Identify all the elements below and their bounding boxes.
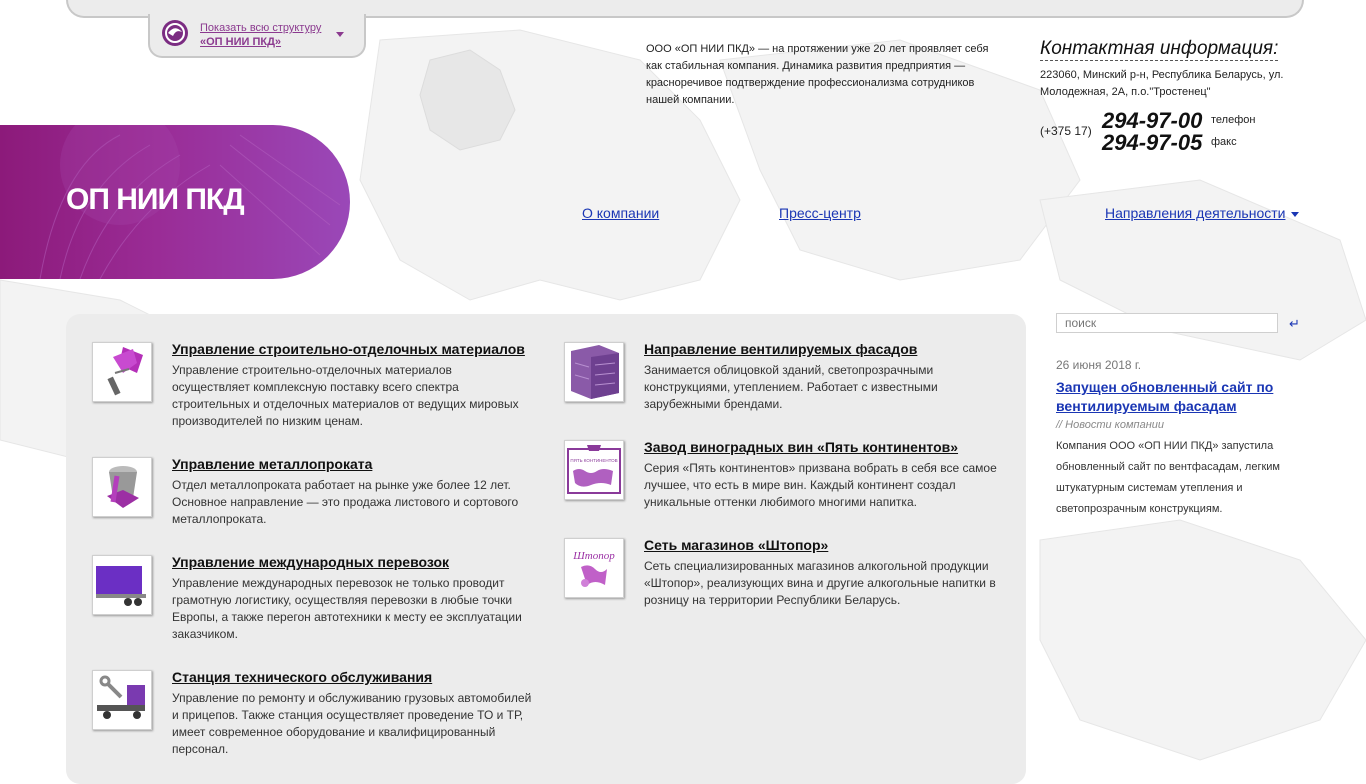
show-structure-line2: «ОП НИИ ПКД» bbox=[200, 36, 282, 48]
contacts-title: Контактная информация: bbox=[1040, 38, 1279, 61]
wrench-truck-icon[interactable] bbox=[92, 670, 152, 730]
news-block: 26 июня 2018 г. Запущен обновленный сайт… bbox=[1056, 358, 1296, 520]
nav-press[interactable]: Пресс-центр bbox=[779, 205, 861, 221]
phone-label: телефон bbox=[1211, 114, 1256, 126]
item-title[interactable]: Управление международных перевозок bbox=[172, 554, 449, 570]
paint-roller-icon[interactable] bbox=[92, 342, 152, 402]
brand-banner[interactable]: ОП НИИ ПКД bbox=[0, 125, 350, 279]
phones: (+375 17) 294-97-00 телефон 294-97-05 фа… bbox=[1040, 108, 1340, 158]
nav-about[interactable]: О компании bbox=[582, 205, 659, 221]
divisions-panel: Управление строительно-отделочных матери… bbox=[66, 314, 1026, 784]
wine-label-text: ПЯТЬ КОНТИНЕНТОВ bbox=[570, 458, 617, 463]
about-text: ООО «ОП НИИ ПКД» — на протяжении уже 20 … bbox=[646, 43, 989, 106]
news-body: Компания ООО «ОП НИИ ПКД» запустила обно… bbox=[1056, 440, 1280, 515]
item-desc: Управление международных перевозок не то… bbox=[172, 576, 522, 641]
shtopor-logo-text: Штопор bbox=[572, 550, 615, 562]
show-structure-link[interactable]: Показать всю структуру «ОП НИИ ПКД» bbox=[200, 21, 321, 49]
item-title[interactable]: Завод виноградных вин «Пять континентов» bbox=[644, 439, 958, 455]
nav-about-link[interactable]: О компании bbox=[582, 205, 659, 221]
item-title[interactable]: Управление строительно-отделочных матери… bbox=[172, 341, 525, 357]
truck-icon[interactable] bbox=[92, 555, 152, 615]
company-logo-icon bbox=[162, 20, 188, 46]
contacts-address: 223060, Минский р-н, Республика Беларусь… bbox=[1040, 69, 1284, 98]
item-title[interactable]: Направление вентилируемых фасадов bbox=[644, 341, 917, 357]
fax-label: факс bbox=[1211, 136, 1237, 148]
chevron-down-icon[interactable] bbox=[336, 32, 344, 37]
news-date: 26 июня 2018 г. bbox=[1056, 358, 1142, 372]
news-headline-link[interactable]: Запущен обновленный сайт по вентилируемы… bbox=[1056, 378, 1296, 416]
item-desc: Отдел металлопроката работает на рынке у… bbox=[172, 478, 519, 526]
phone-code: (+375 17) bbox=[1040, 124, 1092, 138]
item-title[interactable]: Сеть магазинов «Штопор» bbox=[644, 537, 828, 553]
search-input[interactable] bbox=[1056, 313, 1278, 333]
nav-directions[interactable]: Направления деятельности bbox=[1105, 205, 1300, 221]
search-submit-icon[interactable]: ↵ bbox=[1289, 316, 1300, 332]
shtopor-logo-icon[interactable]: Штопор bbox=[564, 538, 624, 598]
brand-logo-text: ОП НИИ ПКД bbox=[66, 183, 245, 216]
item-desc: Занимается облицовкой зданий, светопрозр… bbox=[644, 363, 938, 411]
nav-directions-link[interactable]: Направления деятельности bbox=[1105, 205, 1285, 221]
paint-bucket-icon[interactable] bbox=[92, 457, 152, 517]
item-desc: Управление строительно-отделочных матери… bbox=[172, 363, 519, 428]
chevron-down-icon[interactable] bbox=[1291, 211, 1300, 217]
contacts-block: Контактная информация: 223060, Минский р… bbox=[1040, 38, 1340, 155]
item-desc: Серия «Пять континентов» призвана вобрат… bbox=[644, 461, 997, 509]
item-title[interactable]: Управление металлопроката bbox=[172, 456, 372, 472]
fax-number: 294-97-05 bbox=[1102, 130, 1203, 155]
item-desc: Управление по ремонту и обслуживанию гру… bbox=[172, 691, 532, 756]
news-category[interactable]: // Новости компании bbox=[1056, 419, 1296, 431]
structure-dropdown[interactable]: Показать всю структуру «ОП НИИ ПКД» bbox=[148, 14, 366, 58]
item-desc: Сеть специализированных магазинов алкого… bbox=[644, 559, 996, 607]
wine-label-icon[interactable]: ПЯТЬ КОНТИНЕНТОВ bbox=[564, 440, 624, 500]
item-title[interactable]: Станция технического обслуживания bbox=[172, 669, 432, 685]
facade-icon[interactable] bbox=[564, 342, 624, 402]
nav-press-link[interactable]: Пресс-центр bbox=[779, 205, 861, 221]
show-structure-line1: Показать всю структуру bbox=[200, 22, 322, 34]
